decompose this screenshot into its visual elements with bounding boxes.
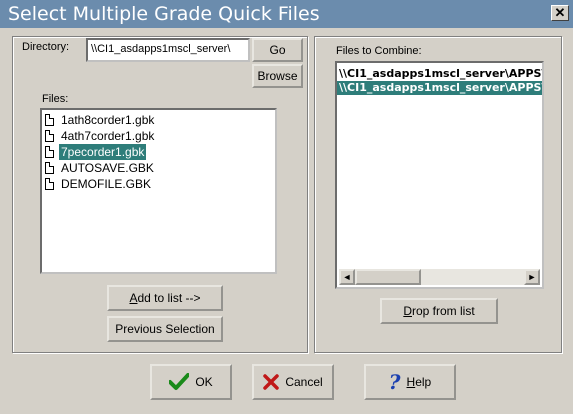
ok-button[interactable]: OK [150, 364, 232, 400]
close-button[interactable]: ✕ [551, 5, 569, 21]
file-list-item[interactable]: DEMOFILE.GBK [42, 176, 275, 192]
previous-selection-button[interactable]: Previous Selection [107, 316, 223, 342]
file-list-item[interactable]: 1ath8corder1.gbk [42, 112, 275, 128]
help-button[interactable]: ? Help [364, 364, 456, 400]
previous-selection-label: Previous Selection [115, 322, 215, 336]
horizontal-scrollbar[interactable]: ◄ ► [339, 269, 540, 285]
drop-from-list-label: Drop from list [403, 304, 475, 318]
file-list-item[interactable]: 7pecorder1.gbk [42, 144, 275, 160]
file-name: 4ath7corder1.gbk [61, 129, 155, 143]
scroll-right-button[interactable]: ► [524, 269, 540, 285]
add-to-list-label: Add to list --> [129, 291, 201, 305]
file-name: 1ath8corder1.gbk [61, 113, 155, 127]
scroll-thumb[interactable] [355, 269, 421, 285]
scroll-left-button[interactable]: ◄ [339, 269, 355, 285]
document-icon [45, 178, 54, 190]
document-icon [45, 146, 54, 158]
files-label: Files: [42, 93, 69, 105]
cancel-button[interactable]: Cancel [252, 364, 334, 400]
title-bar: Select Multiple Grade Quick Files ✕ [0, 0, 573, 28]
close-icon: ✕ [554, 5, 566, 20]
window-title: Select Multiple Grade Quick Files [8, 3, 320, 25]
arrow-right-icon: ► [527, 272, 537, 282]
file-name: 7pecorder1.gbk [59, 144, 147, 160]
browse-button[interactable]: Browse [252, 64, 303, 88]
directory-label: Directory: [22, 41, 70, 53]
document-icon [45, 130, 54, 142]
files-list[interactable]: 1ath8corder1.gbk 4ath7corder1.gbk 7pecorde… [40, 108, 277, 274]
directory-value: \\CI1_asdapps1mscl_server\ [91, 43, 231, 55]
document-icon [45, 162, 54, 174]
go-button[interactable]: Go [252, 38, 303, 62]
question-icon: ? [388, 370, 401, 394]
ok-label: OK [195, 375, 213, 389]
file-name: DEMOFILE.GBK [61, 177, 152, 191]
combine-list-item[interactable]: \\CI1_asdapps1mscl_server\APPS\GRADEQUIC… [337, 67, 542, 81]
directory-input[interactable]: \\CI1_asdapps1mscl_server\ [86, 38, 250, 62]
combine-list-item[interactable]: \\CI1_asdapps1mscl_server\APPS\GRADEQUIC… [337, 81, 542, 95]
files-to-combine-label: Files to Combine: [336, 45, 422, 57]
drop-from-list-button[interactable]: Drop from list [380, 298, 498, 324]
x-icon [263, 374, 280, 390]
browse-label: Browse [257, 69, 298, 83]
file-list-item[interactable]: 4ath7corder1.gbk [42, 128, 275, 144]
document-icon [45, 114, 54, 126]
combine-list[interactable]: \\CI1_asdapps1mscl_server\APPS\GRADEQUIC… [335, 61, 544, 289]
file-list-item[interactable]: AUTOSAVE.GBK [42, 160, 275, 176]
checkmark-icon [169, 373, 190, 390]
arrow-left-icon: ◄ [342, 272, 352, 282]
go-label: Go [269, 43, 286, 57]
cancel-label: Cancel [285, 375, 323, 389]
help-label: Help [406, 375, 432, 389]
file-name: AUTOSAVE.GBK [61, 161, 154, 175]
add-to-list-button[interactable]: Add to list --> [107, 285, 223, 311]
